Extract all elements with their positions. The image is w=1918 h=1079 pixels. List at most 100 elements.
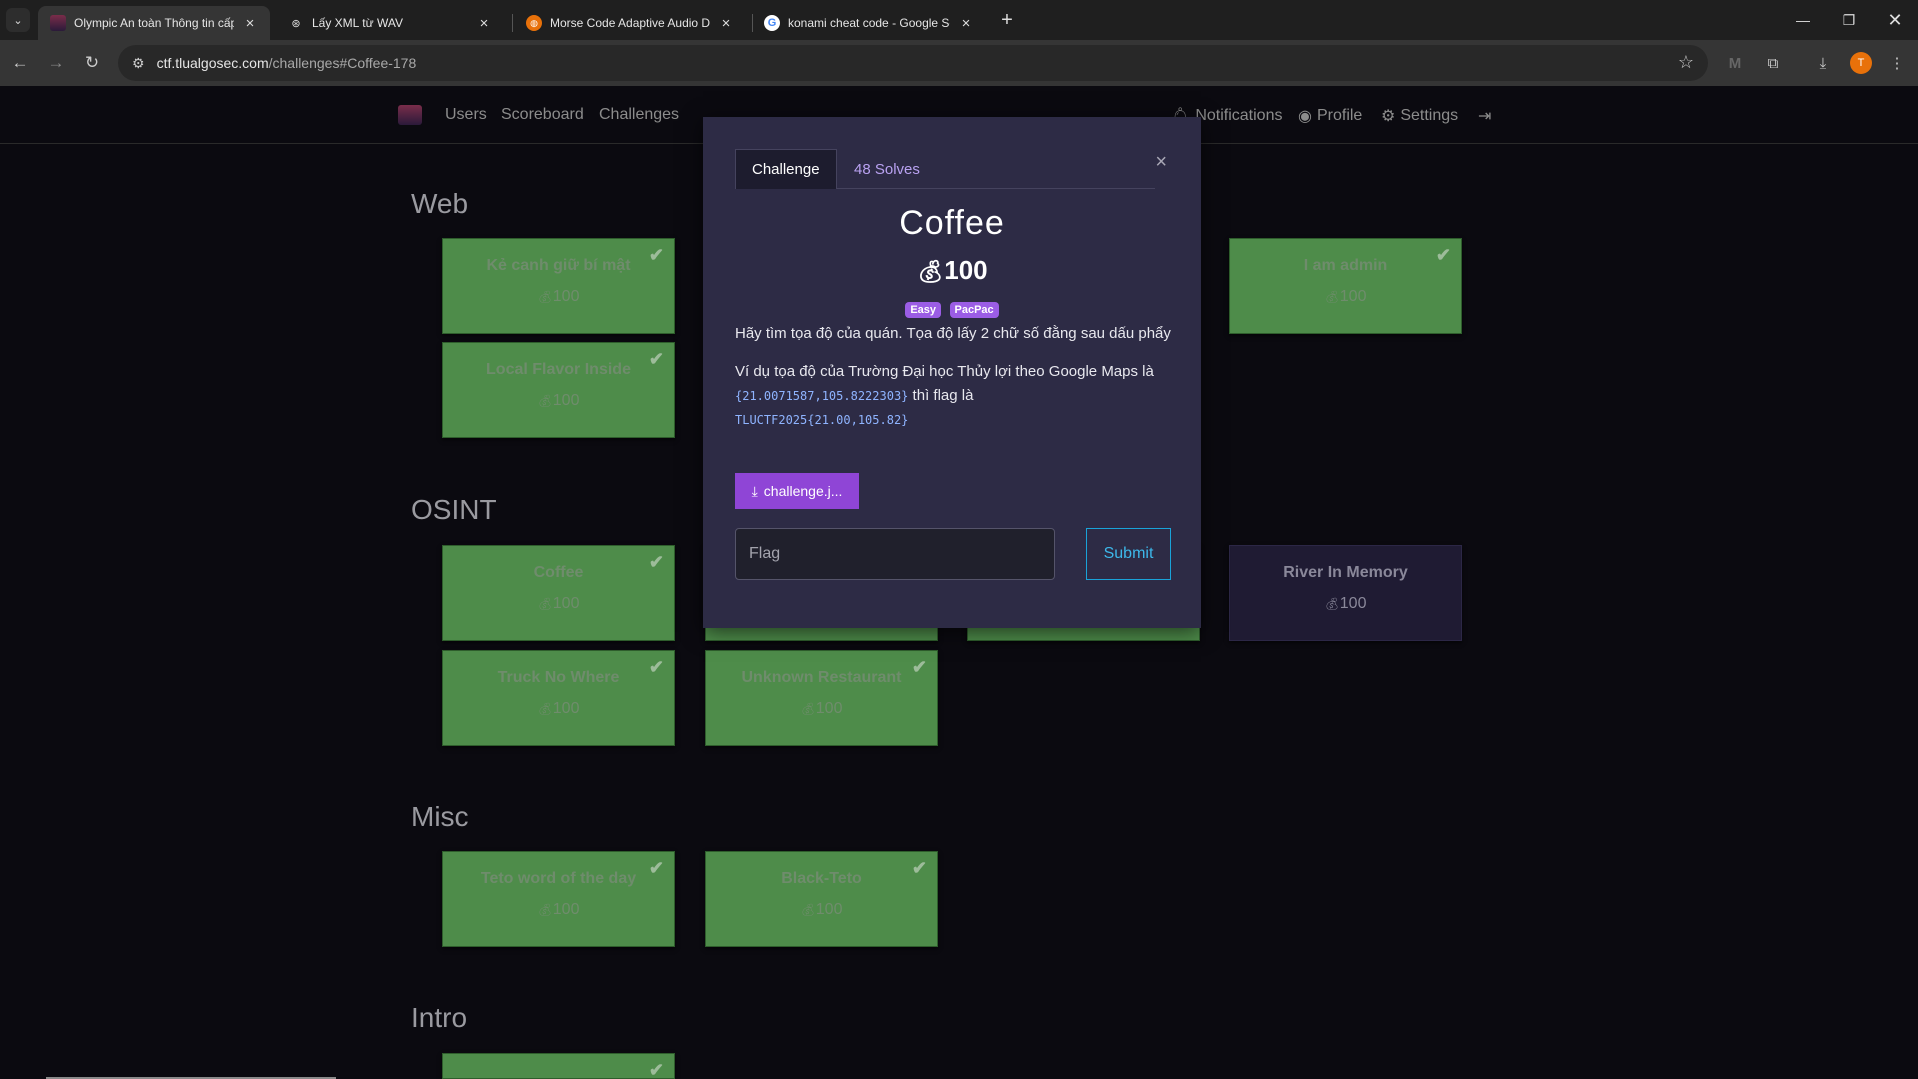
close-window-icon[interactable]: ✕ [1872, 0, 1918, 40]
challenge-title: Coffee [899, 204, 1005, 242]
tag-badge: Easy [905, 302, 942, 318]
gears-icon: ⚙ [1381, 108, 1396, 125]
submit-button[interactable]: Submit [1086, 528, 1171, 580]
challenge-card[interactable]: ✔ Local Flavor Inside 💰︎100 [442, 342, 675, 438]
description-paragraph: Ví dụ tọa độ của Trường Đại học Thủy lợi… [735, 360, 1175, 432]
site-logo[interactable] [398, 105, 422, 125]
restore-window-icon[interactable]: ❐ [1826, 0, 1872, 40]
nav-settings-label: Settings [1400, 107, 1459, 124]
solved-check-icon: ✔ [648, 1060, 664, 1079]
challenge-card[interactable]: ✔ Black-Teto 💰︎100 [705, 851, 938, 947]
reload-icon[interactable]: ↻ [80, 51, 104, 75]
challenge-card[interactable]: ✔ I am admin 💰︎100 [1229, 238, 1462, 334]
category-heading-osint: OSINT [411, 494, 497, 525]
challenge-points: 💰︎100 [706, 700, 937, 718]
challenge-name: River In Memory [1283, 564, 1408, 581]
browser-tab-olympic[interactable]: Olympic An toàn Thông tin cấp × [38, 6, 270, 40]
challenge-card[interactable]: ✔ Kẻ canh giữ bí mật 💰︎100 [442, 238, 675, 334]
url-text: ctf.tlualgosec.com/challenges#Coffee-178 [157, 55, 417, 71]
example-coordinate-code: {21.0071587,105.8222303} [735, 389, 909, 403]
solved-check-icon: ✔ [648, 657, 664, 677]
extensions-puzzle-icon[interactable]: ⧉ [1762, 52, 1784, 74]
url-host: ctf.tlualgosec.com [156, 55, 269, 71]
challenge-name: Local Flavor Inside [486, 361, 631, 378]
gmail-extension-icon[interactable]: M [1724, 52, 1746, 74]
points-value: 100 [552, 901, 580, 918]
bookmark-star-icon[interactable]: ☆ [1678, 52, 1694, 73]
challenge-points: 💰︎100 [1230, 595, 1461, 613]
category-heading-intro: Intro [411, 1002, 468, 1033]
coins-icon: 💰︎ [537, 597, 553, 611]
nav-settings[interactable]: ⚙ Settings [1381, 106, 1458, 126]
coins-icon: 💰︎ [537, 702, 553, 716]
challenge-name: Black-Teto [781, 870, 862, 887]
url-path: /challenges#Coffee-178 [268, 55, 417, 71]
challenge-name: Unknown Restaurant [741, 669, 902, 686]
nav-profile[interactable]: ◉ Profile [1298, 106, 1362, 126]
coins-icon: 💰︎ [537, 290, 553, 304]
file-name: challenge.j... [763, 483, 843, 499]
challenge-points: 💰︎100 [443, 700, 674, 718]
challenge-card[interactable]: ✔ Truck No Where 💰︎100 [442, 650, 675, 746]
site-favicon-icon [50, 15, 66, 31]
flag-input[interactable] [735, 528, 1055, 580]
openai-favicon-icon: ⊛ [291, 17, 301, 30]
description-paragraph: Hãy tìm tọa độ của quán. Tọa độ lấy 2 ch… [735, 325, 1171, 342]
tab-divider [512, 14, 513, 32]
challenge-points: 💰︎100 [706, 901, 937, 919]
challenge-name: Coffee [533, 564, 584, 581]
nav-challenges[interactable]: Challenges [599, 106, 679, 124]
close-tab-icon[interactable]: × [242, 15, 258, 32]
challenge-value-number: 100 [944, 255, 988, 285]
address-bar[interactable]: ⚙ ctf.tlualgosec.com/challenges#Coffee-1… [118, 45, 1708, 81]
challenge-card[interactable]: ✔ Coffee 💰︎100 [442, 545, 675, 641]
coins-icon: 💰︎ [537, 394, 553, 408]
challenge-points: 💰︎100 [443, 392, 674, 410]
close-tab-icon[interactable]: × [476, 15, 492, 32]
points-value: 100 [552, 700, 580, 717]
tab-search-chevron-icon[interactable]: ⌄ [6, 8, 30, 32]
tab-title: Olympic An toàn Thông tin cấp [74, 16, 234, 30]
nav-users[interactable]: Users [445, 106, 487, 124]
profile-avatar[interactable]: T [1850, 52, 1872, 74]
solved-check-icon: ✔ [911, 657, 927, 677]
challenge-points: 💰︎100 [443, 288, 674, 306]
description-text: thì flag là [908, 387, 974, 404]
browser-tab-morse[interactable]: ◍ Morse Code Adaptive Audio De × [514, 6, 746, 40]
logout-icon[interactable]: ⇥ [1478, 106, 1491, 126]
challenge-name: Truck No Where [497, 669, 620, 686]
solved-check-icon: ✔ [911, 858, 927, 878]
points-value: 100 [1339, 288, 1367, 305]
forward-arrow-icon[interactable]: → [44, 51, 68, 75]
new-tab-plus-icon[interactable]: + [995, 8, 1019, 32]
google-favicon-icon: G [764, 15, 780, 31]
solved-check-icon: ✔ [648, 349, 664, 369]
challenge-card[interactable]: ✔ Unknown Restaurant 💰︎100 [705, 650, 938, 746]
challenge-name: Teto word of the day [480, 870, 637, 887]
nav-scoreboard[interactable]: Scoreboard [501, 106, 584, 124]
nav-notifications-label: Notifications [1195, 107, 1283, 124]
description-text: Ví dụ tọa độ của Trường Đại học Thủy lợi… [735, 363, 1154, 380]
site-info-icon[interactable]: ⚙ [132, 55, 145, 72]
close-tab-icon[interactable]: × [958, 15, 974, 32]
close-icon[interactable]: × [1155, 151, 1167, 174]
user-circle-icon: ◉ [1298, 108, 1312, 125]
tab-challenge[interactable]: Challenge [735, 149, 837, 189]
challenge-card[interactable]: ✔ [442, 1053, 675, 1079]
download-file-button[interactable]: ⤓ challenge.j... [735, 473, 859, 509]
challenge-name: Kẻ canh giữ bí mật [486, 257, 631, 274]
tab-solves[interactable]: 48 Solves [838, 149, 936, 189]
close-tab-icon[interactable]: × [718, 15, 734, 32]
browser-tab-xml-wav[interactable]: ⊛ Lấy XML từ WAV × [276, 6, 504, 40]
back-arrow-icon[interactable]: ← [8, 51, 32, 75]
points-value: 100 [552, 392, 580, 409]
browser-menu-icon[interactable]: ⋮ [1886, 52, 1908, 74]
solved-check-icon: ✔ [1435, 245, 1451, 265]
minimize-window-icon[interactable]: — [1780, 0, 1826, 40]
browser-tab-google[interactable]: G konami cheat code - Google Se × [752, 6, 986, 40]
download-icon[interactable]: ⤓ [1812, 52, 1834, 74]
challenge-points: 💰︎100 [1230, 288, 1461, 306]
challenge-card[interactable]: River In Memory 💰︎100 [1229, 545, 1462, 641]
coins-icon: 💰︎ [800, 702, 816, 716]
challenge-card[interactable]: ✔ Teto word of the day 💰︎100 [442, 851, 675, 947]
